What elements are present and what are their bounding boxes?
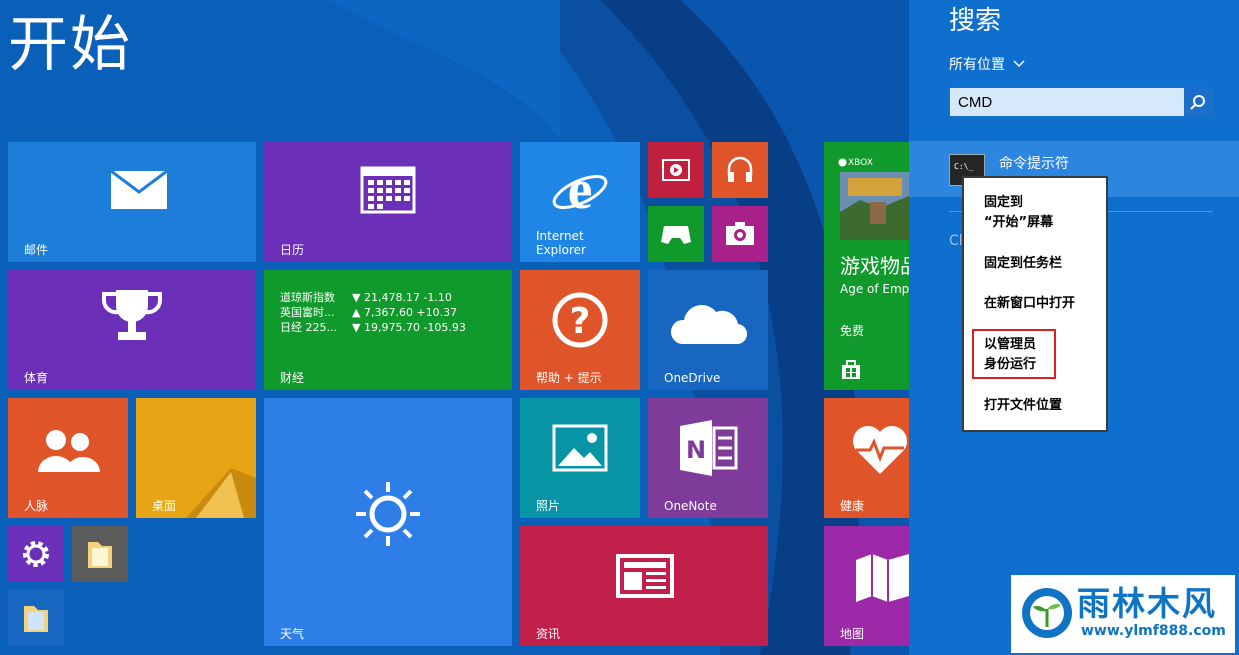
sun-icon [356,482,420,546]
games-price: 免费 [840,324,865,338]
xbox-logo-icon [838,158,847,167]
menu-item-open-file-location[interactable]: 打开文件位置 [984,396,1062,416]
people-tile[interactable]: 人脉 [8,398,128,518]
music-tile[interactable] [712,142,768,198]
ie-tile-label-1: Internet [536,229,584,243]
watermark-url: www.ylmf888.com [1081,623,1226,639]
context-menu: 固定到 “开始”屏幕 固定到任务栏 在新窗口中打开 以管理员 身份运行 打开文件… [962,176,1108,432]
search-icon [1190,95,1205,110]
headphones-icon [727,156,753,182]
menu-item-open-new-window[interactable]: 在新窗口中打开 [984,294,1075,314]
mail-tile[interactable]: 邮件 [8,142,256,262]
sports-tile-label: 体育 [24,371,49,385]
folder-icon [88,542,112,568]
xbox-label: XBOX [848,158,873,168]
search-button[interactable] [1184,88,1212,116]
logo-mark [1022,588,1072,638]
onenote-icon: N [680,420,738,476]
sports-tile[interactable]: 体育 [8,270,256,390]
search-scope-label: 所有位置 [949,57,1005,73]
camera-icon [726,222,754,245]
search-input[interactable] [950,88,1192,116]
finance-row: 道琼斯指数 ▼ 21,478.17 -1.10 [280,291,452,304]
onedrive-tile-label: OneDrive [664,371,721,385]
calendar-icon [360,166,416,214]
finance-tile-label: 财经 [280,371,305,385]
watermark-logo: 雨林木风 www.ylmf888.com [1011,575,1235,653]
menu-item-pin-start-line2[interactable]: “开始”屏幕 [984,213,1053,233]
mail-tile-label: 邮件 [24,243,49,257]
maps-tile-label: 地图 [840,627,865,641]
health-tile-label: 健康 [840,499,865,513]
store-icon [842,360,860,379]
camera-tile[interactable] [712,206,768,262]
newspaper-icon [616,554,674,598]
ie-tile-label-2: Explorer [536,243,586,257]
onedrive-tile[interactable]: OneDrive [648,270,768,390]
onenote-tile[interactable]: N OneNote [648,398,768,518]
age-of-empires-art [840,172,909,240]
finance-row: 日经 225... ▼ 19,975.70 -105.93 [280,321,466,334]
games-store-tile[interactable]: XBOX 游戏物品 Age of Emp 免费 [824,142,909,390]
people-icon [38,430,100,472]
help-tips-tile[interactable]: ? 帮助 + 提示 [520,270,640,390]
video-icon [662,159,690,181]
library-tile[interactable] [8,590,64,646]
photos-tile[interactable]: 照片 [520,398,640,518]
photos-tile-label: 照片 [536,499,561,513]
chevron-down-icon [1013,60,1025,68]
settings-tile[interactable] [8,526,64,582]
cloud-icon [670,304,748,345]
health-tile[interactable]: 健康 [824,398,909,518]
finance-ticker-list: 道琼斯指数 ▼ 21,478.17 -1.10 英国富时... ▲ 7,367.60… [280,290,466,335]
start-title: 开始 [8,10,132,80]
svg-text:?: ? [570,301,591,342]
video-tile[interactable] [648,142,704,198]
weather-tile[interactable]: 天气 [264,398,512,646]
news-tile[interactable]: 资讯 [520,526,768,646]
menu-item-run-as-admin-line1[interactable]: 以管理员 [984,335,1036,355]
onenote-tile-label: OneNote [664,499,717,513]
menu-item-pin-start-line1[interactable]: 固定到 [984,193,1023,213]
menu-item-run-as-admin-line2[interactable]: 身份运行 [984,355,1036,375]
search-box [949,87,1213,117]
map-icon [856,554,909,602]
desktop-tile-label: 桌面 [152,499,177,513]
search-result-label: 命令提示符 [999,156,1069,172]
file-explorer-tile[interactable] [72,526,128,582]
heart-icon [853,426,907,474]
calendar-tile-label: 日历 [280,243,305,257]
internet-explorer-icon: e [552,160,608,220]
svg-text:e: e [568,160,593,220]
svg-text:C:\_: C:\_ [954,162,973,171]
games-subtitle: Age of Emp [840,282,909,296]
people-tile-label: 人脉 [24,499,49,513]
maps-tile[interactable]: 地图 [824,526,909,646]
internet-explorer-tile[interactable]: e Internet Explorer [520,142,640,262]
folder-icon [24,606,48,632]
watermark-name: 雨林木风 [1077,584,1217,623]
mail-icon [110,170,168,209]
search-scope-dropdown[interactable]: 所有位置 [949,54,1025,74]
help-tile-label: 帮助 + 提示 [536,371,602,385]
finance-tile[interactable]: 道琼斯指数 ▼ 21,478.17 -1.10 英国富时... ▲ 7,367.60… [264,270,512,390]
finance-row: 英国富时... ▲ 7,367.60 +10.37 [280,306,458,319]
menu-item-pin-taskbar[interactable]: 固定到任务栏 [984,254,1062,274]
search-title: 搜索 [949,6,1002,36]
picture-icon [552,424,608,472]
news-tile-label: 资讯 [536,627,561,641]
gamepad-icon [661,226,691,244]
question-icon: ? [552,292,608,348]
games-title: 游戏物品 [840,254,909,278]
weather-tile-label: 天气 [280,627,305,641]
search-result-partial: Cl [949,233,963,249]
xbox-games-tile[interactable] [648,206,704,262]
trophy-icon [101,290,163,340]
svg-text:N: N [686,436,706,464]
calendar-tile[interactable]: 日历 [264,142,512,262]
gear-icon [23,541,49,567]
start-screen: 开始 邮件 日历 e Internet Explorer 体育 道琼斯指数 ▼ … [0,0,909,655]
desktop-tile[interactable]: 桌面 [136,398,256,518]
